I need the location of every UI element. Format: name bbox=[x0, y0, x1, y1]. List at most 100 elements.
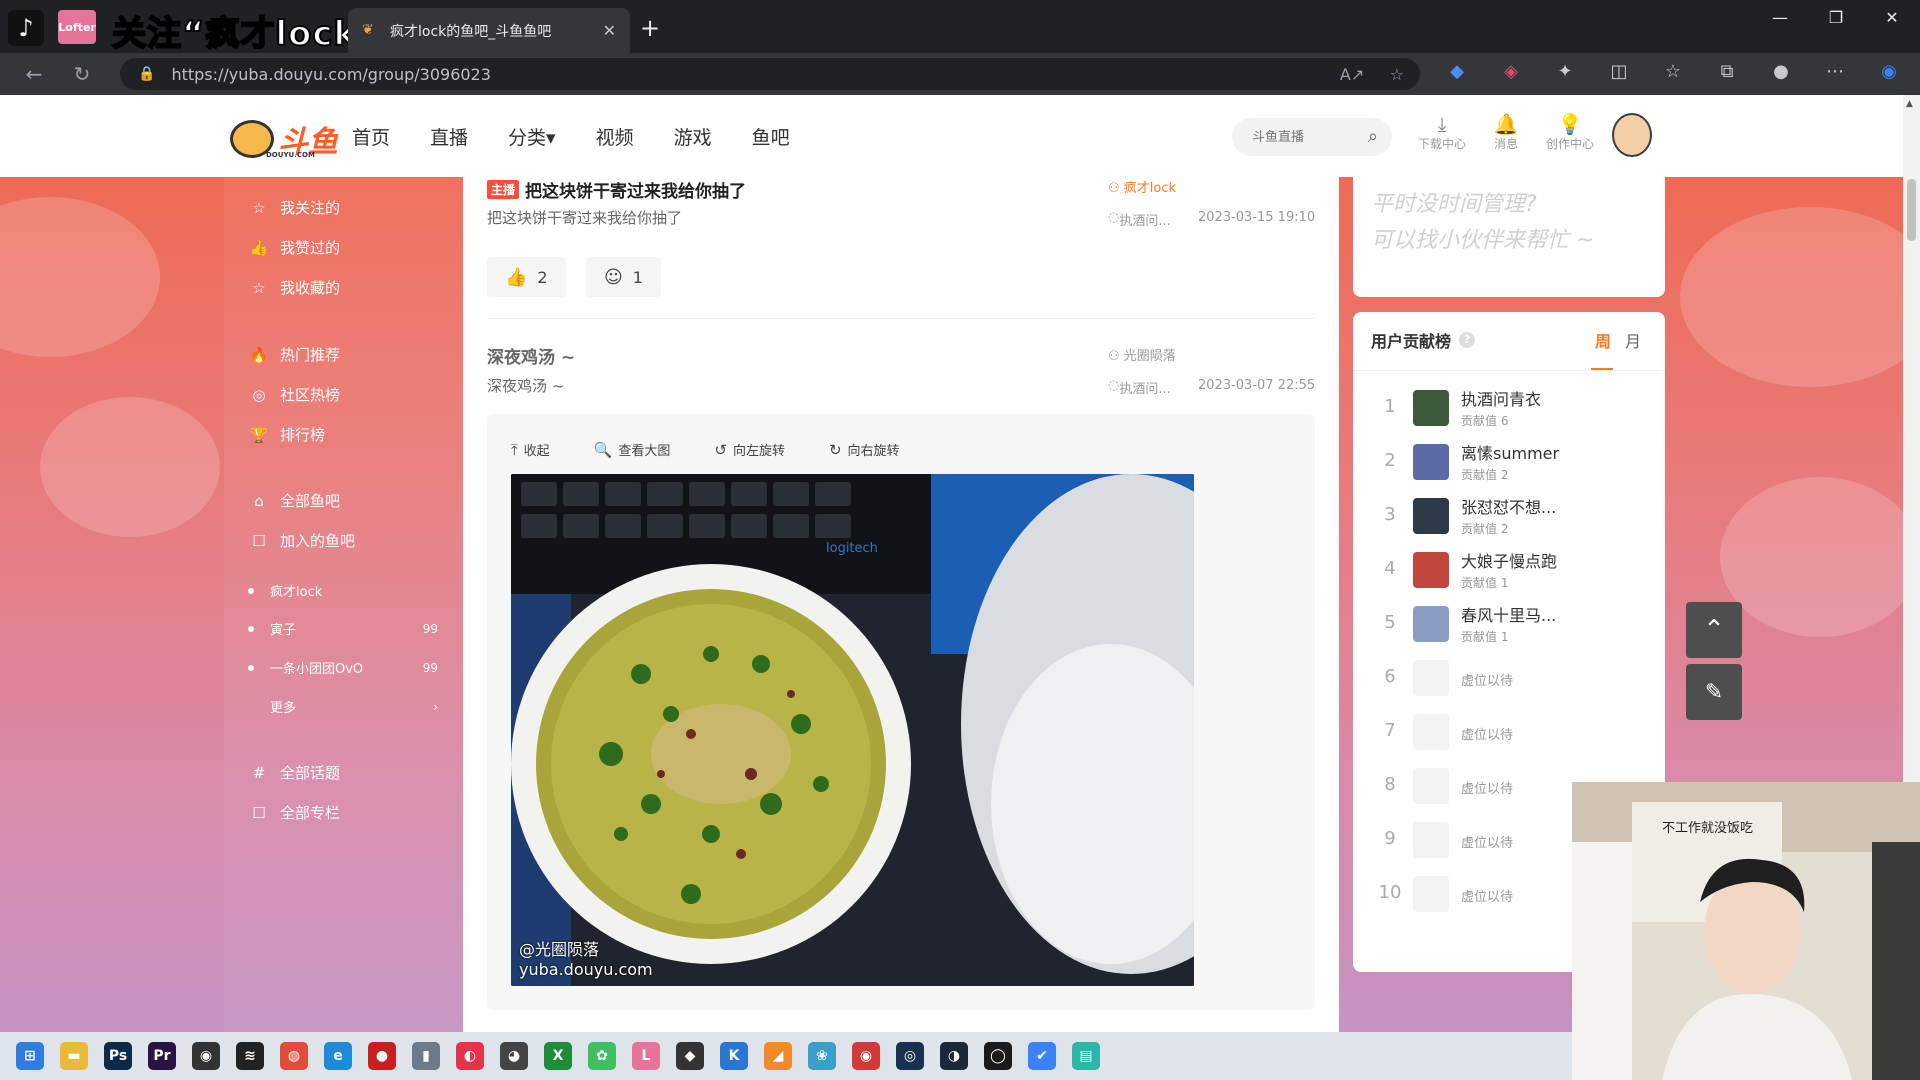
user-avatar[interactable] bbox=[1413, 444, 1449, 480]
user-avatar[interactable] bbox=[1612, 113, 1652, 157]
taskbar-app-icon[interactable]: ❀ bbox=[808, 1042, 836, 1070]
ranking-row[interactable]: 1 执酒问青衣 贡献值 6 bbox=[1353, 382, 1665, 436]
collapse-button[interactable]: ⤒ 收起 bbox=[511, 440, 572, 460]
sidebar-item-all-columns[interactable]: ☐ 全部专栏 bbox=[248, 802, 340, 823]
creator-center-button[interactable]: 💡 创作中心 bbox=[1538, 113, 1602, 152]
user-avatar[interactable] bbox=[1413, 552, 1449, 588]
douyu-logo[interactable]: 斗鱼 DOUYU.COM bbox=[230, 117, 338, 161]
nav-yuba[interactable]: 鱼吧 bbox=[752, 123, 790, 150]
tiktok-icon[interactable]: ♪ bbox=[8, 10, 44, 46]
new-tab-button[interactable]: + bbox=[640, 14, 660, 42]
rank-user-name[interactable]: 春风十里马... bbox=[1461, 602, 1556, 626]
extensions-icon[interactable]: ✦ bbox=[1538, 61, 1592, 82]
tab-week[interactable]: 周 bbox=[1595, 328, 1611, 352]
ranking-row[interactable]: 3 张怼怼不想... 贡献值 2 bbox=[1353, 490, 1665, 544]
download-center-button[interactable]: ⤓ 下载中心 bbox=[1410, 113, 1474, 152]
post-title[interactable]: 主播 把这块饼干寄过来我给你抽了 bbox=[487, 177, 746, 202]
taskbar-app-icon[interactable]: ✔ bbox=[1028, 1042, 1056, 1070]
close-window-icon[interactable]: ✕ bbox=[1864, 8, 1920, 27]
taskbar-app-icon[interactable]: ◉ bbox=[852, 1042, 880, 1070]
active-tab[interactable]: ❦ 疯才lock的鱼吧_斗鱼鱼吧 ✕ bbox=[348, 8, 630, 53]
close-tab-icon[interactable]: ✕ bbox=[603, 21, 616, 40]
refresh-icon[interactable]: ↻ bbox=[68, 62, 96, 86]
extension-1-icon[interactable]: ◆ bbox=[1430, 61, 1484, 82]
search-icon[interactable]: ⌕ bbox=[1368, 126, 1378, 147]
taskbar-app-icon[interactable]: ◯ bbox=[984, 1042, 1012, 1070]
taskbar-app-icon[interactable]: K bbox=[720, 1042, 748, 1070]
taskbar-app-icon[interactable]: ◍ bbox=[280, 1042, 308, 1070]
user-avatar[interactable] bbox=[1413, 498, 1449, 534]
user-avatar[interactable] bbox=[1413, 606, 1449, 642]
extension-2-icon[interactable]: ◈ bbox=[1484, 61, 1538, 82]
taskbar-app-icon[interactable]: ≋ bbox=[236, 1042, 264, 1070]
taskbar-app-icon[interactable]: ◆ bbox=[676, 1042, 704, 1070]
minimize-icon[interactable]: — bbox=[1752, 8, 1808, 27]
user-avatar[interactable] bbox=[1413, 390, 1449, 426]
taskbar-app-icon[interactable]: L bbox=[632, 1042, 660, 1070]
help-icon[interactable]: ? bbox=[1459, 332, 1476, 348]
sidebar-item-all-topics[interactable]: # 全部话题 bbox=[248, 762, 340, 783]
taskbar-app-icon[interactable]: ◎ bbox=[896, 1042, 924, 1070]
ranking-row[interactable]: 5 春风十里马... 贡献值 1 bbox=[1353, 598, 1665, 652]
taskbar-app-icon[interactable]: ▤ bbox=[1072, 1042, 1100, 1070]
write-post-button[interactable]: ✎ bbox=[1686, 664, 1742, 720]
nav-video[interactable]: 视频 bbox=[596, 123, 634, 150]
taskbar-app-icon[interactable]: ◉ bbox=[192, 1042, 220, 1070]
pinned-tab[interactable]: Lofter bbox=[58, 10, 96, 44]
sidebar-item-joined-yuba[interactable]: ☐ 加入的鱼吧 bbox=[248, 530, 355, 551]
favorites-icon[interactable]: ☆ bbox=[1646, 61, 1700, 82]
nav-live[interactable]: 直播 bbox=[430, 123, 468, 150]
taskbar-app-icon[interactable]: ▬ bbox=[60, 1042, 88, 1070]
sidebar-item-followed[interactable]: ☆ 我关注的 bbox=[248, 197, 340, 218]
rank-user-name[interactable]: 执酒问青衣 bbox=[1461, 386, 1541, 410]
taskbar-app-icon[interactable]: ◢ bbox=[764, 1042, 792, 1070]
sidebar-item-collected[interactable]: ☆ 我收藏的 bbox=[248, 277, 340, 298]
collections-icon[interactable]: ⧉ bbox=[1700, 61, 1754, 82]
more-yuba-link[interactable]: 更多 › bbox=[248, 697, 438, 717]
rotate-right-button[interactable]: ↻ 向右旋转 bbox=[829, 440, 922, 460]
joined-yuba-item[interactable]: 寅子 99 bbox=[248, 619, 438, 638]
rank-user-name[interactable]: 大娘子慢点跑 bbox=[1461, 548, 1557, 572]
taskbar-app-icon[interactable]: X bbox=[544, 1042, 572, 1070]
url-field[interactable]: 🔒 https://yuba.douyu.com/group/3096023 A… bbox=[120, 58, 1420, 90]
restore-icon[interactable]: ❐ bbox=[1808, 8, 1864, 27]
split-screen-icon[interactable]: ◫ bbox=[1592, 61, 1646, 82]
taskbar-app-icon[interactable]: ◑ bbox=[940, 1042, 968, 1070]
scroll-up-icon[interactable]: ▲ bbox=[1906, 99, 1913, 109]
comment-button[interactable]: ☺ 1 bbox=[586, 257, 661, 297]
post-description[interactable]: 深夜鸡汤 ~ bbox=[487, 375, 564, 396]
sidebar-item-ranking[interactable]: 🏆 排行榜 bbox=[248, 424, 325, 445]
read-aloud-icon[interactable]: A↗ ☆ bbox=[1340, 65, 1404, 84]
bing-icon[interactable]: ◉ bbox=[1862, 61, 1916, 82]
taskbar-app-icon[interactable]: ✿ bbox=[588, 1042, 616, 1070]
view-large-button[interactable]: 🔍 查看大图 bbox=[594, 440, 693, 460]
rotate-left-button[interactable]: ↺ 向左旋转 bbox=[714, 440, 807, 460]
joined-yuba-item[interactable]: 一条小团团OvO 99 bbox=[248, 658, 438, 677]
post-author[interactable]: ⚇ 疯才lock bbox=[1108, 177, 1176, 196]
tab-month[interactable]: 月 bbox=[1625, 328, 1641, 352]
post-author[interactable]: ⚇ 光圈陨落 bbox=[1108, 345, 1176, 364]
sidebar-item-hot[interactable]: 🔥 热门推荐 bbox=[248, 344, 340, 365]
rank-user-name[interactable]: 张怼怼不想... bbox=[1461, 494, 1556, 518]
profile-icon[interactable]: ● bbox=[1754, 61, 1808, 82]
search-input[interactable] bbox=[1252, 129, 1352, 145]
taskbar-app-icon[interactable]: ◐ bbox=[456, 1042, 484, 1070]
back-icon[interactable]: ← bbox=[20, 62, 48, 86]
like-button[interactable]: 👍 2 bbox=[487, 257, 566, 297]
taskbar-app-icon[interactable]: Ps bbox=[104, 1042, 132, 1070]
messages-button[interactable]: 🔔 消息 bbox=[1474, 113, 1538, 152]
taskbar-app-icon[interactable]: ◕ bbox=[500, 1042, 528, 1070]
nav-category[interactable]: 分类▾ bbox=[508, 123, 556, 150]
taskbar-app-icon[interactable]: ● bbox=[368, 1042, 396, 1070]
post-title[interactable]: 深夜鸡汤 ~ bbox=[487, 343, 575, 368]
sidebar-item-community-hot[interactable]: ◎ 社区热榜 bbox=[248, 384, 340, 405]
joined-yuba-item[interactable]: 疯才lock bbox=[248, 581, 438, 600]
ranking-row[interactable]: 2 离愫summer 贡献值 2 bbox=[1353, 436, 1665, 490]
taskbar-app-icon[interactable]: e bbox=[324, 1042, 352, 1070]
more-icon[interactable]: ⋯ bbox=[1808, 61, 1862, 82]
taskbar-app-icon[interactable]: Pr bbox=[148, 1042, 176, 1070]
back-to-top-button[interactable]: ⌃ bbox=[1686, 602, 1742, 658]
post-description[interactable]: 把这块饼干寄过来我给你抽了 bbox=[487, 207, 682, 228]
post-photo[interactable]: logitech @光圈陨落 yuba.douyu.com bbox=[511, 474, 1194, 986]
taskbar-app-icon[interactable]: ⊞ bbox=[16, 1042, 44, 1070]
